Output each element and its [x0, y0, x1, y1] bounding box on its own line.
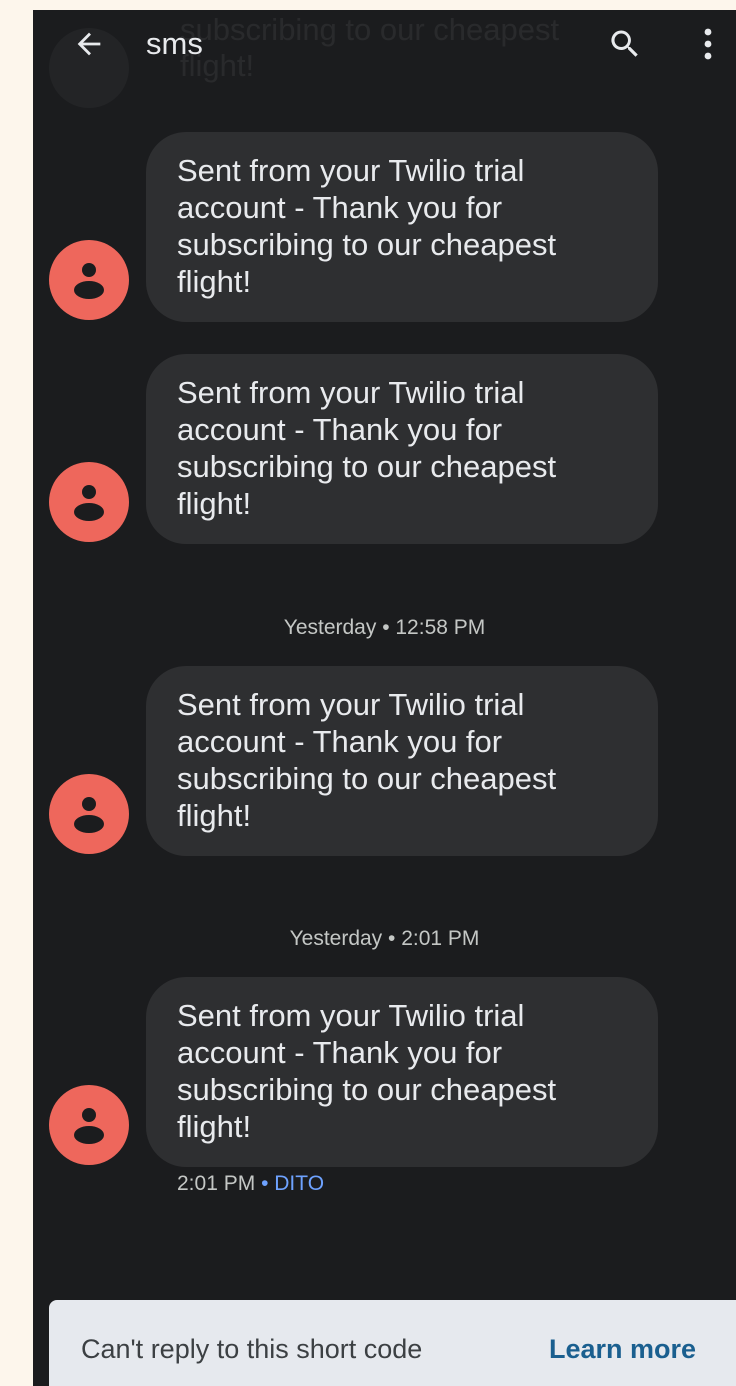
short-code-notice: Can't reply to this short code Learn mor…	[49, 1300, 736, 1386]
date-separator: Yesterday • 2:01 PM	[289, 927, 480, 950]
person-icon	[74, 797, 104, 833]
more-vert-icon	[704, 28, 712, 60]
message-bubble[interactable]: Sent from your Twilio trial account - Th…	[146, 354, 658, 544]
search-icon	[611, 30, 638, 57]
date-separator: Yesterday • 12:58 PM	[283, 616, 486, 639]
message-time: 2:01 PM	[177, 1172, 256, 1195]
message-item: Sent from your Twilio trial account - Th…	[33, 666, 736, 856]
notice-text: Can't reply to this short code	[81, 1334, 423, 1364]
contact-avatar[interactable]	[49, 462, 129, 542]
person-icon	[74, 263, 104, 299]
person-icon	[74, 485, 104, 521]
contact-avatar[interactable]	[49, 1085, 129, 1165]
message-meta: 2:01 PM • DITO	[177, 1172, 324, 1196]
conversation-title: sms	[146, 26, 203, 61]
contact-avatar[interactable]	[49, 240, 129, 320]
more-options-button[interactable]	[693, 22, 723, 66]
contact-avatar[interactable]	[49, 774, 129, 854]
message-bubble[interactable]: Sent from your Twilio trial account - Th…	[146, 132, 658, 322]
app-bar: sms	[33, 10, 736, 80]
carrier-label: DITO	[274, 1172, 325, 1195]
message-bubble[interactable]: Sent from your Twilio trial account - Th…	[146, 977, 658, 1167]
back-button[interactable]	[69, 24, 109, 64]
message-item: Sent from your Twilio trial account - Th…	[33, 977, 736, 1167]
message-item: Sent from your Twilio trial account - Th…	[33, 132, 736, 322]
conversation-screen: subscribing to our cheapest flight! sms …	[33, 10, 736, 1386]
person-icon	[74, 1108, 104, 1144]
search-button[interactable]	[605, 24, 645, 64]
message-bubble[interactable]: Sent from your Twilio trial account - Th…	[146, 666, 658, 856]
back-arrow-icon	[77, 32, 101, 56]
learn-more-link[interactable]: Learn more	[549, 1334, 696, 1365]
meta-separator: •	[261, 1172, 269, 1195]
message-item: Sent from your Twilio trial account - Th…	[33, 354, 736, 544]
